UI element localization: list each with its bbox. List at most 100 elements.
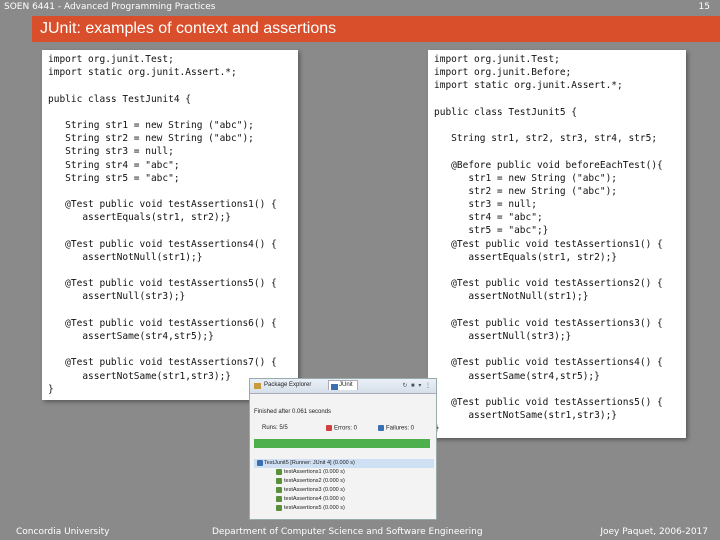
test-suite-icon: [257, 460, 263, 466]
failures-count-label: Failures: 0: [386, 425, 415, 432]
test-passed-icon: [276, 469, 282, 475]
stop-icon[interactable]: ■: [411, 383, 416, 389]
code-line: @Before public void beforeEachTest(){: [434, 159, 663, 171]
code-line: String str2 = new String ("abc");: [48, 133, 254, 145]
code-line: assertSame(str4,str5);}: [434, 370, 600, 382]
code-line: @Test public void testAssertions4() {: [434, 357, 663, 369]
test-tree-item-label: testAssertions4 (0.000 s): [284, 496, 345, 502]
page-number: 15: [698, 2, 710, 12]
code-line: str3 = null;: [434, 199, 537, 211]
footer-department: Department of Computer Science and Softw…: [212, 527, 483, 537]
footer-bar: Concordia University Department of Compu…: [0, 524, 720, 540]
code-line: @Test public void testAssertions1() {: [434, 238, 663, 250]
slide-title-bar: JUnit: examples of context and assertion…: [32, 16, 720, 42]
code-line: @Test public void testAssertions3() {: [434, 317, 663, 329]
code-line: public class TestJunit5 {: [434, 106, 577, 118]
code-line: @Test public void testAssertions5() {: [48, 278, 277, 290]
error-icon: [326, 425, 332, 431]
code-line: str1 = new String ("abc");: [434, 172, 618, 184]
slide-title: JUnit: examples of context and assertion…: [40, 20, 337, 37]
code-line: assertNull(str3);}: [48, 291, 186, 303]
code-line: @Test public void testAssertions4() {: [48, 238, 277, 250]
code-line: String str1, str2, str3, str4, str5;: [434, 133, 658, 145]
test-passed-icon: [276, 505, 282, 511]
test-tree-item-label: testAssertions3 (0.000 s): [284, 487, 345, 493]
test-passed-icon: [276, 487, 282, 493]
code-line: assertNotNull(str1);}: [48, 251, 203, 263]
errors-count-label: Errors: 0: [334, 425, 358, 432]
test-tree-children: testAssertions1 (0.000 s) testAssertions2…: [254, 468, 434, 513]
code-panel-testjunit4: import org.junit.Test; import static org.…: [42, 50, 298, 400]
junit-view: Package Explorer JUnit ↻ ■ ▾ ⋮ Finished …: [249, 378, 437, 520]
test-tree-item-label: testAssertions5 (0.000 s): [284, 505, 345, 511]
test-progress-fill: [254, 439, 430, 448]
history-icon[interactable]: ▾: [418, 383, 422, 389]
failures-count: Failures: 0: [378, 425, 414, 432]
code-line: @Test public void testAssertions5() {: [434, 396, 663, 408]
code-line: @Test public void testAssertions1() {: [48, 199, 277, 211]
failure-icon: [378, 425, 384, 431]
tab-junit-label: JUnit: [339, 382, 353, 388]
view-tabs: Package Explorer JUnit ↻ ■ ▾ ⋮: [250, 379, 436, 394]
header-bar: SOEN 6441 - Advanced Programming Practic…: [0, 0, 720, 16]
finished-status: Finished after 0.061 seconds: [254, 409, 332, 415]
code-line: assertNull(str3);}: [434, 330, 572, 342]
code-line: str4 = "abc";: [434, 212, 543, 224]
code-line: import org.junit.Test;: [434, 54, 560, 65]
errors-count: Errors: 0: [326, 425, 357, 432]
test-tree-item-label: testAssertions1 (0.000 s): [284, 469, 345, 475]
code-line: assertNotNull(str1);}: [434, 291, 589, 303]
code-line: public class TestJunit4 {: [48, 93, 191, 105]
test-passed-icon: [276, 478, 282, 484]
test-passed-icon: [276, 496, 282, 502]
code-line: import org.junit.Before;: [434, 67, 572, 79]
test-tree-item[interactable]: testAssertions2 (0.000 s): [254, 477, 434, 486]
runs-count: Runs: 5/5: [262, 425, 288, 431]
code-line: @Test public void testAssertions6() {: [48, 317, 277, 329]
code-line: assertEquals(str1, str2);}: [434, 251, 618, 263]
test-tree-item[interactable]: testAssertions1 (0.000 s): [254, 468, 434, 477]
course-title: SOEN 6441 - Advanced Programming Practic…: [4, 2, 216, 12]
test-tree-item[interactable]: testAssertions3 (0.000 s): [254, 486, 434, 495]
code-line: assertEquals(str1, str2);}: [48, 212, 232, 224]
code-line: assertNotSame(str1,str3);}: [434, 410, 618, 422]
test-progress-bar: [254, 439, 430, 448]
test-tree-item-label: testAssertions2 (0.000 s): [284, 478, 345, 484]
test-tree: TestJunit5 [Runner: JUnit 4] (0.000 s) t…: [254, 459, 434, 513]
package-explorer-icon: [254, 383, 261, 389]
code-line: @Test public void testAssertions7() {: [48, 357, 277, 369]
junit-icon: [331, 384, 338, 390]
code-line: String str4 = "abc";: [48, 159, 180, 171]
code-line: import org.junit.Test;: [48, 54, 174, 65]
view-toolbar: ↻ ■ ▾ ⋮: [402, 382, 432, 389]
code-line: String str1 = new String ("abc");: [48, 119, 254, 131]
view-menu-icon[interactable]: ⋮: [425, 383, 432, 389]
rerun-icon[interactable]: ↻: [402, 383, 408, 389]
code-line: str2 = new String ("abc");: [434, 185, 618, 197]
code-line: @Test public void testAssertions2() {: [434, 278, 663, 290]
code-line: str5 = "abc";}: [434, 225, 549, 237]
code-panel-testjunit5: import org.junit.Test; import org.junit.B…: [428, 50, 686, 438]
code-line: assertSame(str4,str5);}: [48, 330, 214, 342]
test-tree-item[interactable]: testAssertions4 (0.000 s): [254, 495, 434, 504]
tab-package-explorer[interactable]: Package Explorer: [264, 382, 311, 388]
test-tree-root[interactable]: TestJunit5 [Runner: JUnit 4] (0.000 s): [254, 459, 434, 468]
test-tree-item[interactable]: testAssertions5 (0.000 s): [254, 504, 434, 513]
test-tree-root-label: TestJunit5 [Runner: JUnit 4] (0.000 s): [264, 460, 355, 466]
footer-author: Joey Paquet, 2006-2017: [600, 527, 708, 537]
tab-junit[interactable]: JUnit: [328, 380, 358, 390]
footer-university: Concordia University: [16, 527, 110, 537]
